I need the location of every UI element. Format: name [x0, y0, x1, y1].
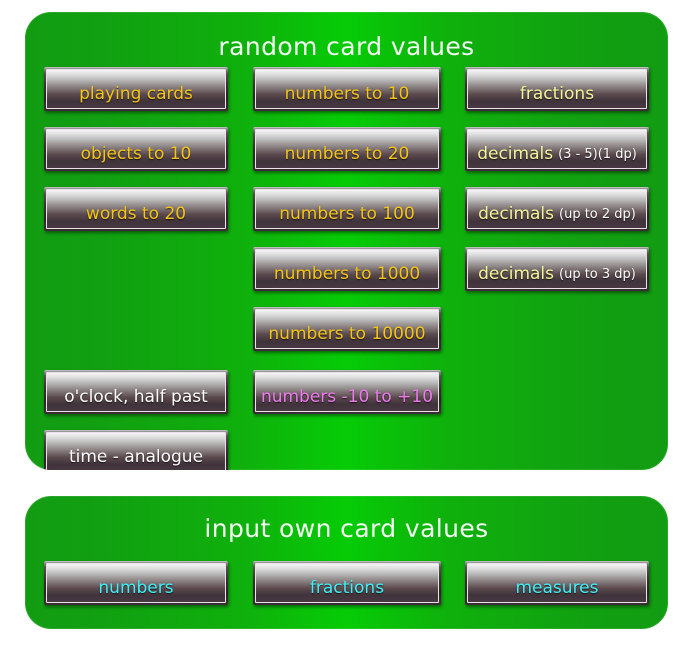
button-label: playing cards: [79, 83, 193, 104]
button-label: words to 20: [85, 203, 187, 224]
button-label: numbers to 10000: [268, 323, 426, 344]
button-face: playing cards: [46, 69, 226, 109]
button-numbers-to-100[interactable]: numbers to 100: [253, 187, 441, 231]
button-label: measures: [515, 577, 599, 598]
button-face: numbers to 1000: [255, 249, 439, 289]
button-label: numbers to 100: [279, 203, 415, 224]
button-time-analogue[interactable]: time - analogue: [44, 430, 228, 470]
button-fractions[interactable]: fractions: [465, 67, 649, 111]
button-face: numbers: [46, 563, 226, 603]
button-face: objects to 10: [46, 129, 226, 169]
button-face: o'clock, half past: [46, 372, 226, 412]
button-face: fractions: [467, 69, 647, 109]
button-label: numbers to 20: [284, 143, 410, 164]
button-face: time - analogue: [46, 432, 226, 470]
app-root: random card values playing cards objects…: [0, 0, 674, 645]
button-face: words to 20: [46, 189, 226, 229]
button-numbers-to-10000[interactable]: numbers to 10000: [253, 307, 441, 351]
button-face: numbers to 10000: [255, 309, 439, 349]
button-decimals-3-5-1dp[interactable]: decimals (3 - 5)(1 dp): [465, 127, 649, 171]
button-label: o'clock, half past: [64, 386, 208, 407]
button-decimals-up-to-3dp[interactable]: decimals (up to 3 dp): [465, 247, 649, 291]
button-sublabel: (up to 2 dp): [559, 207, 636, 222]
button-face: numbers -10 to +10: [255, 372, 439, 412]
button-label: decimals: [477, 143, 554, 164]
button-face: decimals (3 - 5)(1 dp): [467, 129, 647, 169]
button-label: objects to 10: [80, 143, 192, 164]
button-label: fractions: [309, 577, 385, 598]
button-playing-cards[interactable]: playing cards: [44, 67, 228, 111]
button-label: numbers -10 to +10: [260, 386, 434, 407]
button-label: numbers to 1000: [273, 263, 421, 284]
button-numbers-to-20[interactable]: numbers to 20: [253, 127, 441, 171]
panel-input-own-card-values: input own card values numbers fractions …: [25, 496, 668, 629]
button-oclock-half-past[interactable]: o'clock, half past: [44, 370, 228, 414]
button-sublabel: (up to 3 dp): [559, 267, 636, 282]
button-face: measures: [467, 563, 647, 603]
panel-title-random: random card values: [218, 32, 475, 61]
button-words-to-20[interactable]: words to 20: [44, 187, 228, 231]
panel-random-card-values: random card values playing cards objects…: [25, 12, 668, 470]
button-input-numbers[interactable]: numbers: [44, 561, 228, 605]
button-face: numbers to 10: [255, 69, 439, 109]
button-numbers-to-10[interactable]: numbers to 10: [253, 67, 441, 111]
button-label: fractions: [519, 83, 595, 104]
button-numbers-minus10-to-plus10[interactable]: numbers -10 to +10: [253, 370, 441, 414]
button-label: numbers to 10: [284, 83, 410, 104]
button-objects-to-10[interactable]: objects to 10: [44, 127, 228, 171]
button-input-measures[interactable]: measures: [465, 561, 649, 605]
button-label: decimals: [478, 203, 555, 224]
button-label: decimals: [478, 263, 555, 284]
button-numbers-to-1000[interactable]: numbers to 1000: [253, 247, 441, 291]
button-face: decimals (up to 3 dp): [467, 249, 647, 289]
button-face: fractions: [255, 563, 439, 603]
button-label: time - analogue: [68, 446, 204, 467]
button-face: decimals (up to 2 dp): [467, 189, 647, 229]
button-label: numbers: [98, 577, 174, 598]
button-face: numbers to 20: [255, 129, 439, 169]
button-face: numbers to 100: [255, 189, 439, 229]
panel-title-input: input own card values: [204, 514, 489, 543]
button-sublabel: (3 - 5)(1 dp): [558, 147, 637, 162]
button-input-fractions[interactable]: fractions: [253, 561, 441, 605]
button-decimals-up-to-2dp[interactable]: decimals (up to 2 dp): [465, 187, 649, 231]
